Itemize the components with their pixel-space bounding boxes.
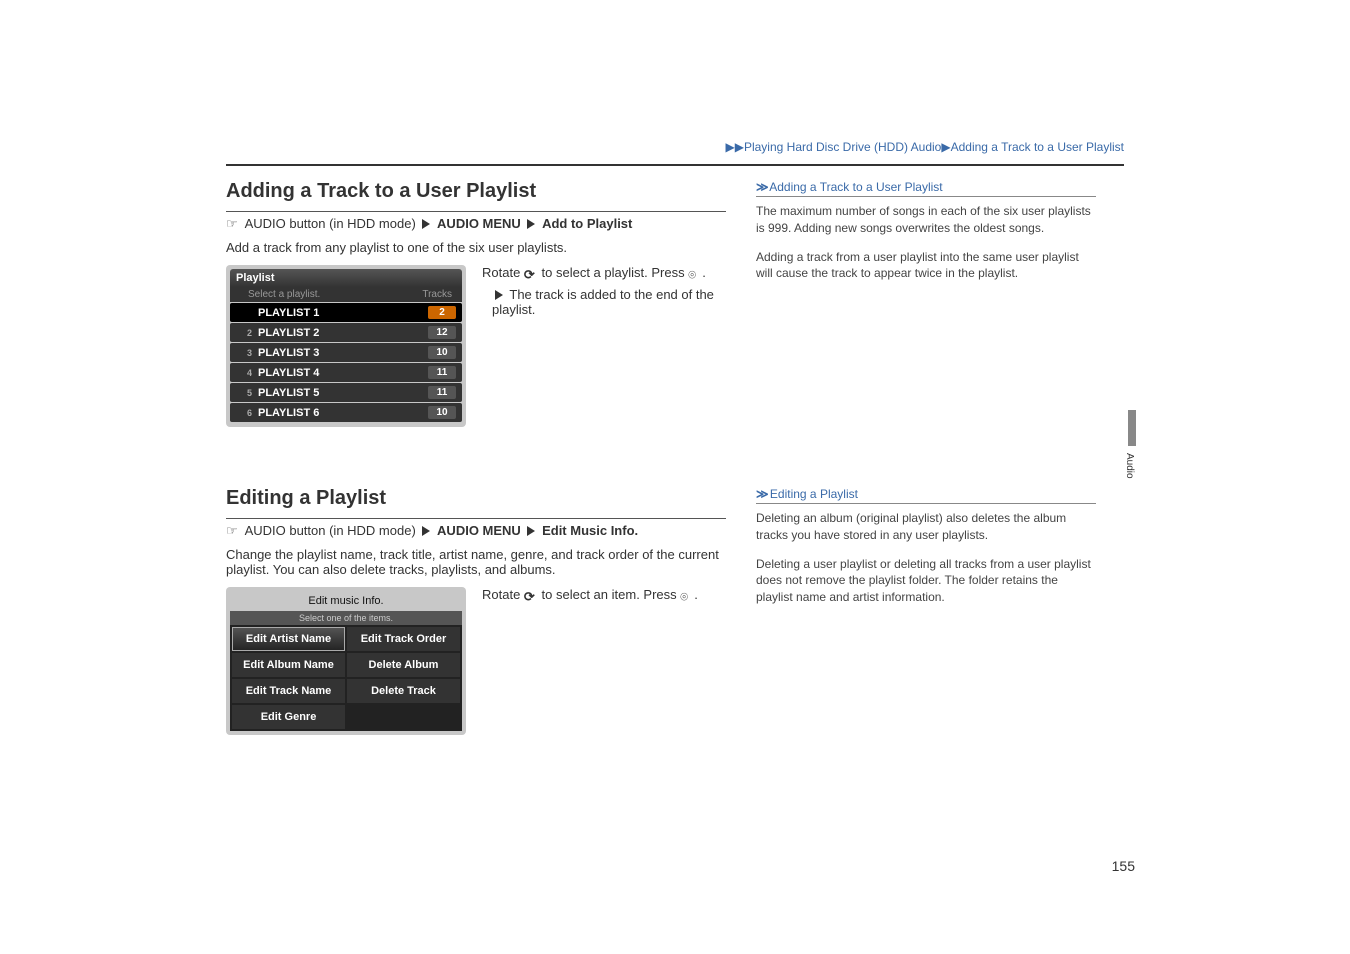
press-icon <box>688 267 702 281</box>
sidebar-text: Adding a track from a user playlist into… <box>756 249 1096 283</box>
nav-prefix: AUDIO button (in HDD mode) <box>245 216 416 231</box>
playlist-row: 4PLAYLIST 411 <box>230 363 462 382</box>
instruction-result: The track is added to the end of the pla… <box>482 287 726 317</box>
row-name: PLAYLIST 3 <box>258 347 428 359</box>
sidebar-heading-edit-playlist: ≫ Editing a Playlist <box>756 487 1096 504</box>
row-index: 4 <box>236 368 258 378</box>
instr-text: Rotate <box>482 265 524 280</box>
nav-add-to-playlist: Add to Playlist <box>542 216 632 231</box>
row-count: 11 <box>428 366 456 379</box>
edit-option: Delete Track <box>347 679 460 703</box>
sidebar-heading-text: Adding a Track to a User Playlist <box>769 180 942 194</box>
breadcrumb-part-1: ▶▶Playing Hard Disc Drive (HDD) Audio <box>726 140 942 154</box>
edit-music-screenshot: Edit music Info. Select one of the items… <box>226 587 466 735</box>
section-title-add-track: Adding a Track to a User Playlist <box>226 180 726 203</box>
nav-audio-menu: AUDIO MENU <box>437 216 521 231</box>
edit-option: Edit Track Name <box>232 679 345 703</box>
ss-title: Playlist <box>230 269 462 287</box>
breadcrumb: ▶▶Playing Hard Disc Drive (HDD) Audio▶Ad… <box>226 140 1124 158</box>
instr-text: Rotate <box>482 587 524 602</box>
edit-option: Edit Genre <box>232 705 345 729</box>
arrow-icon <box>422 219 430 229</box>
sidebar-text: Deleting an album (original playlist) al… <box>756 510 1096 544</box>
edit-option: Edit Track Order <box>347 627 460 651</box>
row-name: PLAYLIST 4 <box>258 367 428 379</box>
tab-label: Audio <box>1124 449 1135 483</box>
result-text: The track is added to the end of the pla… <box>492 287 714 317</box>
row-count: 11 <box>428 386 456 399</box>
playlist-row: 3PLAYLIST 310 <box>230 343 462 362</box>
rotate-icon <box>524 589 538 603</box>
angles-icon: ≫ <box>756 180 767 194</box>
press-icon <box>680 589 694 603</box>
nav-prefix: AUDIO button (in HDD mode) <box>245 523 416 538</box>
arrow-icon <box>422 526 430 536</box>
row-index: 3 <box>236 348 258 358</box>
playlist-row: 2PLAYLIST 212 <box>230 323 462 342</box>
row-index: 6 <box>236 408 258 418</box>
sidebar-heading-add-track: ≫ Adding a Track to a User Playlist <box>756 180 1096 197</box>
ss-tracks-header: Tracks <box>422 289 452 300</box>
breadcrumb-part-2: ▶Adding a Track to a User Playlist <box>941 140 1124 154</box>
edit-option: Edit Album Name <box>232 653 345 677</box>
nav-path-add-track: AUDIO button (in HDD mode) AUDIO MENU Ad… <box>226 211 726 232</box>
row-name: PLAYLIST 2 <box>258 327 428 339</box>
row-index: 5 <box>236 388 258 398</box>
row-name: PLAYLIST 6 <box>258 407 428 419</box>
ss-table-header: Select a playlist. Tracks <box>230 287 462 302</box>
nav-audio-menu: AUDIO MENU <box>437 523 521 538</box>
ss-sub: Select a playlist. <box>248 289 320 300</box>
row-count: 2 <box>428 306 456 319</box>
row-count: 10 <box>428 346 456 359</box>
row-index: 2 <box>236 328 258 338</box>
page-number: 155 <box>1112 858 1135 874</box>
playlist-screenshot: Playlist Select a playlist. Tracks PLAYL… <box>226 265 466 427</box>
playlist-row: 5PLAYLIST 511 <box>230 383 462 402</box>
angles-icon: ≫ <box>756 487 767 501</box>
rotate-icon <box>524 267 538 281</box>
intro-text: Add a track from any playlist to one of … <box>226 240 726 255</box>
arrow-icon <box>527 219 535 229</box>
playlist-row: 6PLAYLIST 610 <box>230 403 462 422</box>
edit-option: Delete Album <box>347 653 460 677</box>
instruction-rotate-edit: Rotate to select an item. Press . <box>482 587 726 735</box>
intro-text-edit: Change the playlist name, track title, a… <box>226 547 726 577</box>
row-count: 10 <box>428 406 456 419</box>
playlist-row: PLAYLIST 12 <box>230 303 462 322</box>
edit-option: Edit Artist Name <box>232 627 345 651</box>
sidebar-text: The maximum number of songs in each of t… <box>756 203 1096 237</box>
row-name: PLAYLIST 1 <box>258 307 428 319</box>
ss2-sub: Select one of the items. <box>230 611 462 625</box>
chapter-tab: Audio <box>1124 410 1140 483</box>
section-title-edit-playlist: Editing a Playlist <box>226 487 726 510</box>
instr-text: to select a playlist. Press <box>538 265 688 280</box>
finger-icon <box>226 523 242 538</box>
tab-bar <box>1128 410 1136 446</box>
instr-text: . <box>702 265 706 280</box>
arrow-icon <box>495 290 503 300</box>
divider <box>226 164 1124 166</box>
row-count: 12 <box>428 326 456 339</box>
instr-text: to select an item. Press <box>538 587 680 602</box>
nav-edit-music-info: Edit Music Info. <box>542 523 638 538</box>
instruction-rotate: Rotate to select a playlist. Press . <box>482 265 726 281</box>
finger-icon <box>226 216 242 231</box>
nav-path-edit-playlist: AUDIO button (in HDD mode) AUDIO MENU Ed… <box>226 518 726 539</box>
arrow-icon <box>527 526 535 536</box>
sidebar-text: Deleting a user playlist or deleting all… <box>756 556 1096 606</box>
instr-text: . <box>694 587 698 602</box>
row-name: PLAYLIST 5 <box>258 387 428 399</box>
sidebar-heading-text: Editing a Playlist <box>770 487 858 501</box>
ss2-title: Edit music Info. <box>230 591 462 611</box>
